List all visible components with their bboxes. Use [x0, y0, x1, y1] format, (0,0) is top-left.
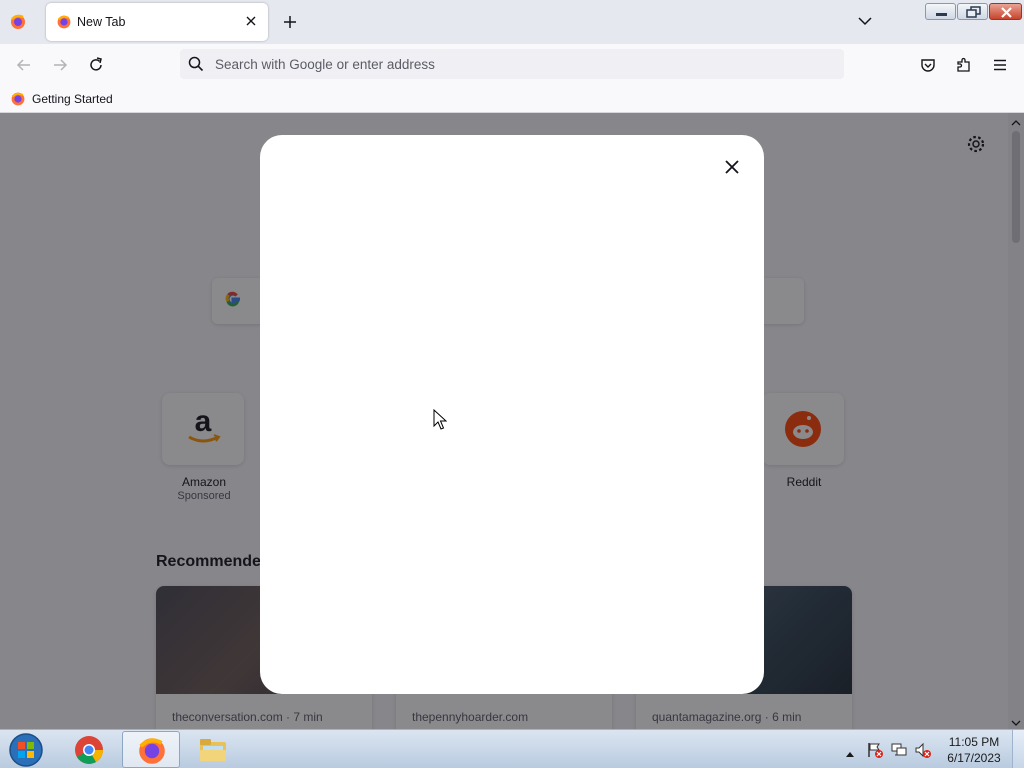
address-bar[interactable]: Search with Google or enter address	[180, 49, 844, 79]
pocket-icon[interactable]	[919, 56, 937, 74]
firefox-view-icon[interactable]	[8, 12, 28, 32]
taskbar-windows-explorer[interactable]	[184, 731, 242, 768]
close-tab-icon[interactable]	[242, 12, 260, 30]
navigation-toolbar: Search with Google or enter address	[0, 44, 1024, 86]
tab-title: New Tab	[77, 15, 126, 29]
reload-icon[interactable]	[87, 56, 105, 74]
new-tab-page: a Amazon Sponsored Reddit Recommende the…	[0, 113, 1024, 729]
extensions-puzzle-icon[interactable]	[955, 56, 973, 74]
taskbar-chrome[interactable]	[60, 731, 118, 768]
forward-arrow-icon[interactable]	[51, 56, 69, 74]
clock-time: 11:05 PM	[948, 735, 1000, 749]
tab-strip: New Tab	[0, 0, 1024, 44]
window-restore-button[interactable]	[957, 3, 988, 20]
window-close-button[interactable]	[989, 3, 1022, 20]
window-minimize-button[interactable]	[925, 3, 956, 20]
chrome-icon	[75, 736, 103, 764]
clock-date: 6/17/2023	[947, 751, 1001, 765]
new-tab-plus-icon[interactable]	[280, 12, 300, 32]
windows-taskbar: 11:05 PM 6/17/2023	[0, 729, 1024, 768]
bookmarks-toolbar: Getting Started	[0, 86, 1024, 113]
volume-muted-icon[interactable]	[914, 741, 932, 759]
tab-new-tab[interactable]: New Tab	[46, 3, 268, 41]
back-arrow-icon[interactable]	[15, 56, 33, 74]
address-bar-placeholder: Search with Google or enter address	[215, 57, 435, 72]
search-icon	[188, 56, 204, 72]
firefox-icon	[139, 738, 165, 764]
list-all-tabs-chevron-icon[interactable]	[856, 12, 874, 30]
hamburger-menu-icon[interactable]	[991, 56, 1009, 74]
show-hidden-icons-arrow-icon[interactable]	[845, 745, 855, 757]
firefox-favicon-icon	[56, 14, 72, 30]
mouse-cursor-icon	[433, 408, 448, 431]
action-center-flag-icon[interactable]	[866, 741, 884, 759]
system-clock[interactable]: 11:05 PM 6/17/2023	[938, 734, 1010, 766]
show-desktop-button[interactable]	[1012, 730, 1024, 768]
modal-dialog	[260, 135, 764, 694]
bookmark-label: Getting Started	[32, 92, 113, 106]
folder-icon	[200, 739, 226, 761]
firefox-favicon-icon	[10, 91, 26, 107]
close-icon[interactable]	[722, 157, 742, 177]
taskbar-firefox[interactable]	[122, 731, 180, 768]
network-icon[interactable]	[890, 741, 908, 759]
windows-start-button[interactable]	[6, 731, 46, 768]
